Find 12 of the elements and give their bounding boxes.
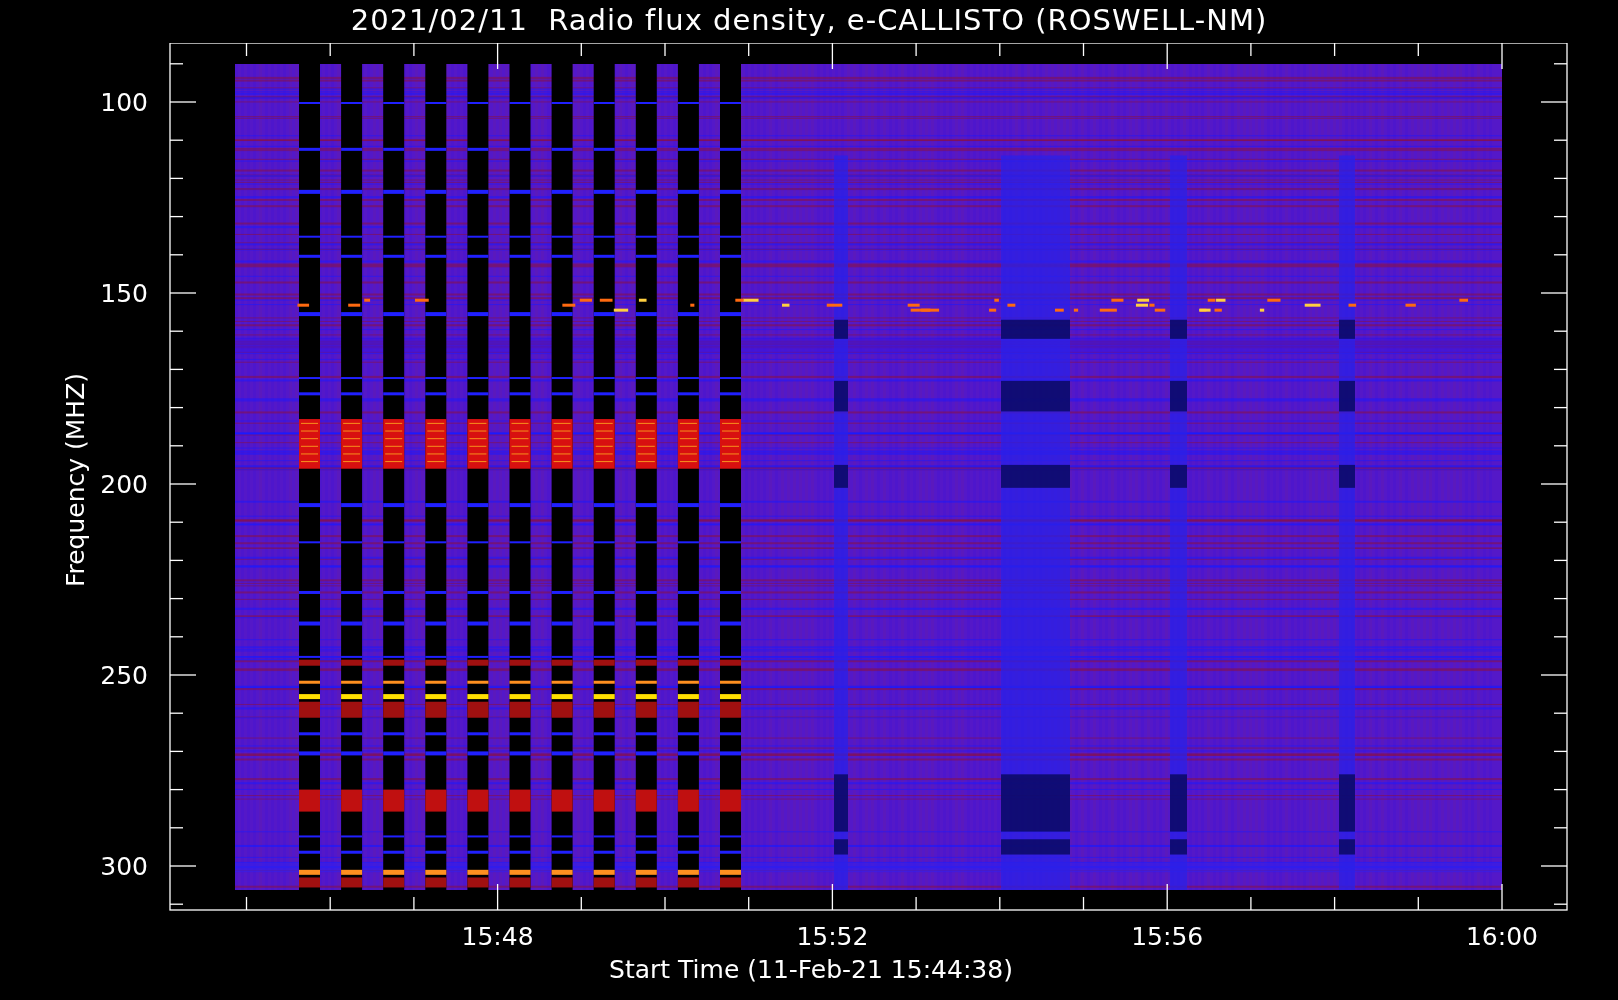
tick-label: 16:00 [1466,922,1538,951]
tick-label: 200 [100,470,148,499]
tick-label: 150 [100,279,148,308]
tick-label: 15:56 [1131,922,1204,951]
x-axis-label: Start Time (11-Feb-21 15:44:38) [609,955,1013,984]
tick-label: 15:48 [461,922,534,951]
tick-label: 250 [100,661,148,690]
tick-label: 100 [100,88,148,117]
y-axis-label: Frequency (MHZ) [61,372,90,588]
chart-title: 2021/02/11 Radio flux density, e-CALLISTO (ROSWELL-NM) [350,2,1268,39]
tick-label: 300 [100,852,148,881]
tick-label: 15:52 [796,922,869,951]
